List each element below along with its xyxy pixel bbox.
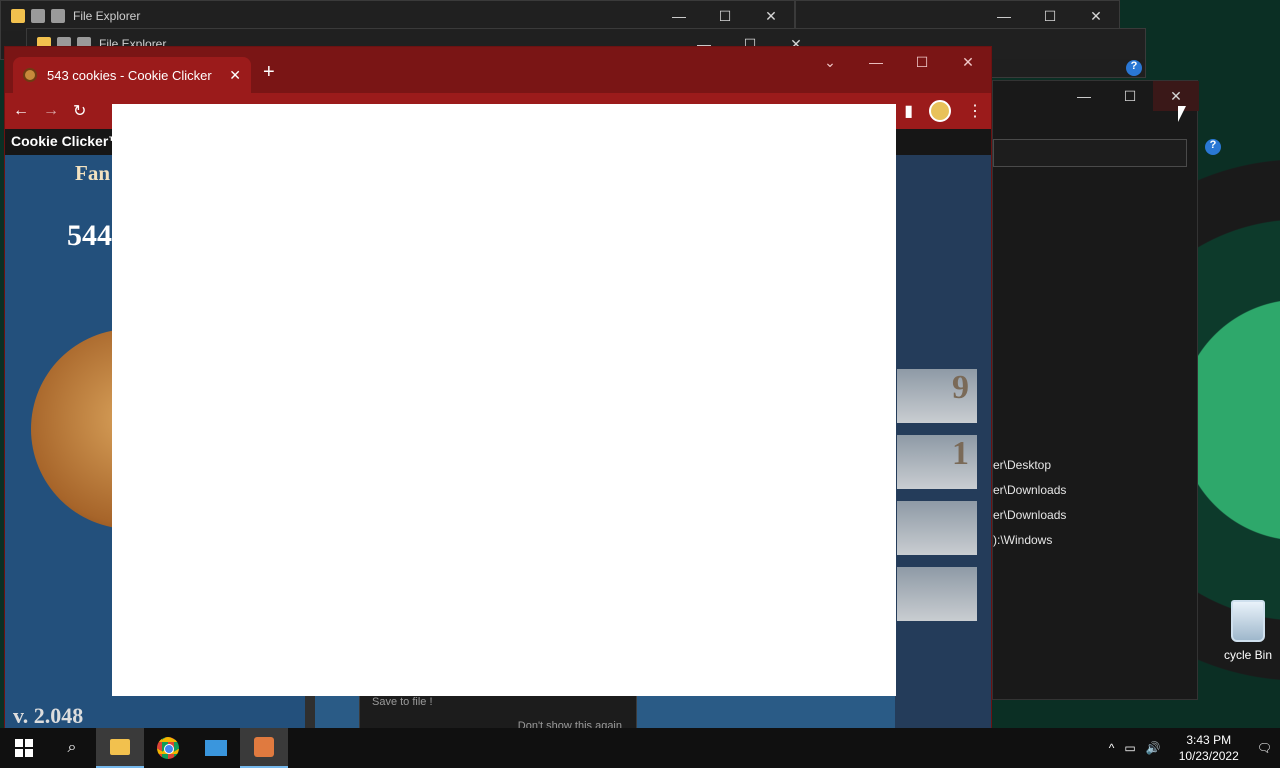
menu-button[interactable]: ⋮ bbox=[967, 101, 983, 121]
search-button[interactable]: ⌕ bbox=[48, 728, 96, 768]
this-pc-taskbar-button[interactable] bbox=[192, 728, 240, 768]
mouse-cursor-icon bbox=[1178, 106, 1186, 122]
title-bar: File Explorer — ☐ ✕ bbox=[1, 1, 794, 31]
folder-icon bbox=[110, 739, 130, 755]
clock[interactable]: 3:43 PM 10/23/2022 bbox=[1179, 732, 1239, 764]
minimize-button[interactable]: — bbox=[1061, 81, 1107, 111]
store-building[interactable]: 9 bbox=[897, 369, 977, 423]
cookie-favicon-icon bbox=[23, 68, 37, 82]
bakery-name[interactable]: Fan bbox=[75, 161, 110, 186]
tab-strip: 543 cookies - Cookie Clicker ✕ + ⌄ — ☐ ✕ bbox=[5, 47, 991, 93]
network-icon[interactable]: ▭ bbox=[1124, 741, 1135, 755]
browser-tab[interactable]: 543 cookies - Cookie Clicker ✕ bbox=[13, 57, 251, 93]
close-button[interactable]: ✕ bbox=[748, 1, 794, 31]
cookie-clicker-icon bbox=[254, 737, 274, 757]
maximize-button[interactable]: ☐ bbox=[1107, 81, 1153, 111]
profile-avatar[interactable] bbox=[929, 100, 951, 122]
help-icon[interactable]: ? bbox=[1126, 60, 1142, 76]
new-folder-icon[interactable] bbox=[51, 9, 65, 23]
save-to-file-link[interactable]: Save to file ! bbox=[372, 696, 433, 708]
recycle-bin[interactable]: cycle Bin bbox=[1216, 600, 1280, 662]
maximize-button[interactable]: ☐ bbox=[899, 47, 945, 77]
close-button[interactable]: ✕ bbox=[1153, 81, 1199, 111]
side-panel-icon[interactable]: ▮ bbox=[904, 101, 913, 121]
game-version: v. 2.048 bbox=[13, 703, 84, 728]
volume-icon[interactable]: 🔊 bbox=[1146, 741, 1161, 755]
clock-time: 3:43 PM bbox=[1186, 733, 1232, 747]
tab-title: 543 cookies - Cookie Clicker bbox=[47, 67, 212, 83]
close-tab-icon[interactable]: ✕ bbox=[229, 67, 241, 84]
store-building[interactable]: 1 bbox=[897, 435, 977, 489]
computer-icon bbox=[205, 740, 227, 756]
chrome-taskbar-button[interactable] bbox=[144, 728, 192, 768]
store-building[interactable] bbox=[897, 567, 977, 621]
window-controls: ⌄ — ☐ ✕ bbox=[807, 47, 991, 77]
file-explorer-window-front: — ☐ ✕ ? er\Desktop er\Downloads er\Downl… bbox=[992, 80, 1221, 700]
store-building[interactable] bbox=[897, 501, 977, 555]
title-bar: — ☐ ✕ bbox=[796, 1, 1119, 31]
minimize-button[interactable]: — bbox=[853, 47, 899, 77]
tab-search-icon[interactable]: ⌄ bbox=[807, 47, 853, 77]
maximize-button[interactable]: ☐ bbox=[1027, 1, 1073, 31]
close-button[interactable]: ✕ bbox=[1073, 1, 1119, 31]
help-icon[interactable]: ? bbox=[1205, 139, 1221, 155]
recent-path[interactable]: er\Desktop bbox=[993, 458, 1051, 472]
recent-path[interactable]: ):\Windows bbox=[993, 533, 1052, 547]
system-tray: ^ ▭ 🔊 3:43 PM 10/23/2022 🗨 bbox=[1109, 732, 1280, 764]
maximize-button[interactable]: ☐ bbox=[702, 1, 748, 31]
file-explorer-taskbar-button[interactable] bbox=[96, 728, 144, 768]
windows-logo-icon bbox=[15, 739, 33, 757]
store-panel: 9 1 bbox=[897, 369, 977, 633]
reload-button[interactable]: ↻ bbox=[73, 101, 86, 121]
recycle-bin-icon bbox=[1231, 600, 1265, 642]
notification-center-icon[interactable]: 🗨 bbox=[1257, 741, 1272, 755]
cookie-count: 544 bbox=[67, 219, 112, 252]
minimize-button[interactable]: — bbox=[981, 1, 1027, 31]
taskbar: ⌕ ^ ▭ 🔊 3:43 PM 10/23/2022 🗨 bbox=[0, 728, 1280, 768]
new-tab-button[interactable]: + bbox=[263, 61, 275, 84]
blank-popup-window[interactable] bbox=[112, 104, 896, 696]
window-title: File Explorer bbox=[73, 9, 141, 23]
close-button[interactable]: ✕ bbox=[945, 47, 991, 77]
search-input[interactable] bbox=[993, 139, 1187, 167]
start-button[interactable] bbox=[0, 728, 48, 768]
cookie-clicker-taskbar-button[interactable] bbox=[240, 728, 288, 768]
window-controls: — ☐ ✕ bbox=[981, 1, 1119, 31]
folder-icon[interactable] bbox=[11, 9, 25, 23]
forward-button[interactable]: → bbox=[43, 102, 59, 120]
recent-path[interactable]: er\Downloads bbox=[993, 508, 1066, 522]
back-button[interactable]: ← bbox=[13, 102, 29, 120]
show-hidden-icons-button[interactable]: ^ bbox=[1109, 741, 1115, 755]
quick-access-toolbar bbox=[11, 9, 65, 23]
chrome-icon bbox=[157, 737, 179, 759]
minimize-button[interactable]: — bbox=[656, 1, 702, 31]
recent-path[interactable]: er\Downloads bbox=[993, 483, 1066, 497]
recycle-bin-label: cycle Bin bbox=[1223, 648, 1273, 662]
window-controls: — ☐ ✕ bbox=[656, 1, 794, 31]
properties-icon[interactable] bbox=[31, 9, 45, 23]
clock-date: 10/23/2022 bbox=[1178, 749, 1239, 763]
